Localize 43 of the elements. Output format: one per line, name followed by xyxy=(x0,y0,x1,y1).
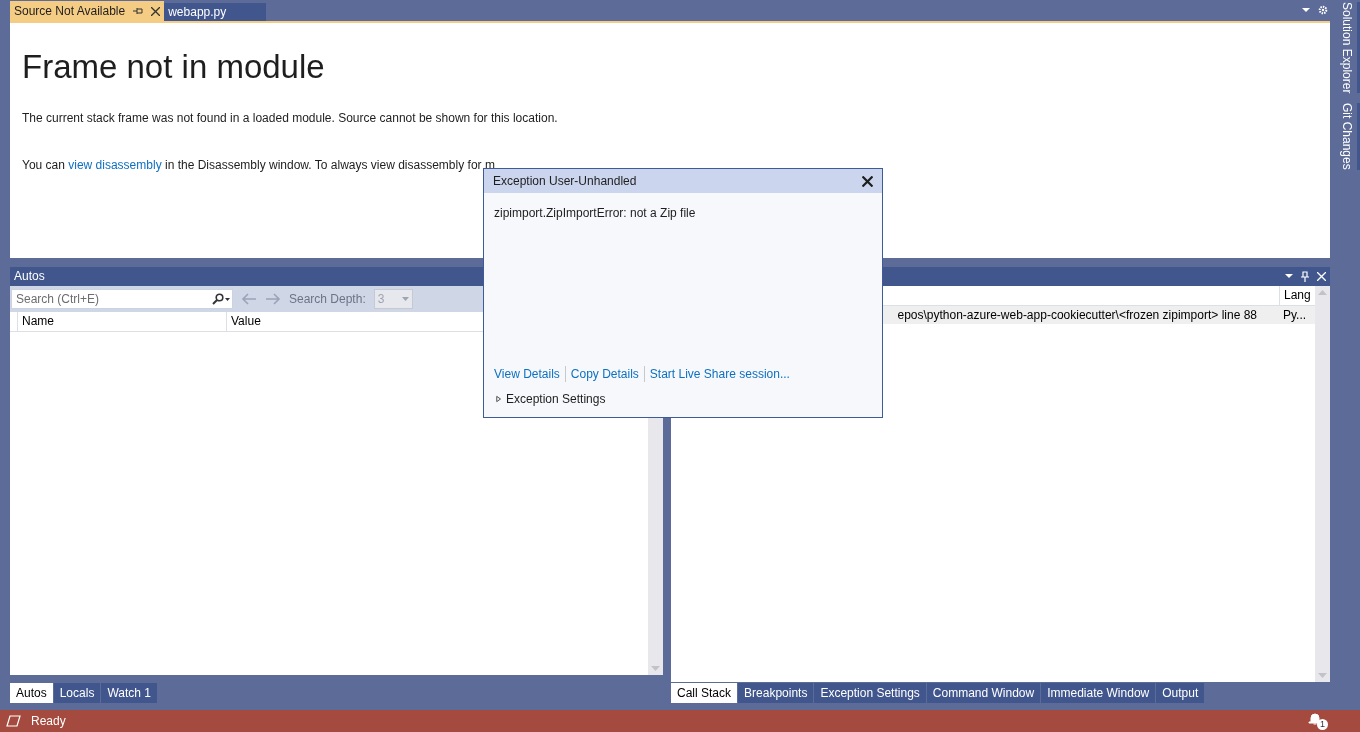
exception-settings-toggle[interactable]: Exception Settings xyxy=(484,390,882,408)
exception-message: zipimport.ZipImportError: not a Zip file xyxy=(493,205,697,222)
panel-tab[interactable]: Watch 1 xyxy=(101,683,157,703)
close-icon[interactable] xyxy=(151,6,161,16)
panel-tab[interactable]: Call Stack xyxy=(671,683,738,703)
close-icon[interactable] xyxy=(862,175,873,187)
notification-count: 1 xyxy=(1317,719,1328,730)
dropdown-icon[interactable] xyxy=(1285,274,1293,279)
message-text: The current stack frame was not found in a loaded module. Source cannot be shown for this location. xyxy=(22,110,559,128)
bell-icon xyxy=(1308,712,1322,726)
panel-tab[interactable]: Locals xyxy=(53,683,101,703)
column-header[interactable]: Name xyxy=(18,311,227,331)
status-icon xyxy=(6,715,21,727)
pin-icon[interactable] xyxy=(133,7,144,16)
dropdown-icon[interactable] xyxy=(1302,8,1310,13)
side-tab[interactable]: Solution Explorer xyxy=(1340,2,1360,94)
notifications-button[interactable]: 1 xyxy=(1308,712,1328,730)
panel-tab[interactable]: Exception Settings xyxy=(814,683,926,703)
panel-tab[interactable]: Output xyxy=(1156,683,1205,703)
search-box[interactable]: Search (Ctrl+E) xyxy=(11,288,233,309)
panel-tab[interactable]: Autos xyxy=(10,683,53,703)
table-cell-text: Py... xyxy=(1282,306,1308,324)
page-heading: Frame not in module xyxy=(22,47,326,88)
panel-tab[interactable]: Command Window xyxy=(926,683,1041,703)
panel-title: Autos xyxy=(14,268,45,286)
status-text: Ready xyxy=(31,713,66,730)
side-tab[interactable]: Git Changes xyxy=(1340,103,1360,171)
panel-tab[interactable]: Breakpoints xyxy=(738,683,814,703)
view-disassembly-link[interactable]: view disassembly xyxy=(68,158,162,173)
panel-tab[interactable]: Immediate Window xyxy=(1041,683,1156,703)
caret-icon xyxy=(401,296,409,301)
dialog-title: Exception User-Unhandled xyxy=(493,173,637,190)
document-tab[interactable]: webapp.py xyxy=(164,3,267,22)
dialog-link[interactable]: View Details xyxy=(494,365,560,383)
table-cell-text: epos\python-azure-web-app-cookiecutter\<frozen zipimport> line 88 xyxy=(897,306,1258,324)
settings-icon[interactable] xyxy=(1318,5,1328,16)
document-tab[interactable]: Source Not Available xyxy=(10,1,165,22)
search-depth-label: Search Depth: xyxy=(289,290,366,308)
dialog-link[interactable]: Copy Details xyxy=(570,365,639,383)
dialog-link[interactable]: Start Live Share session... xyxy=(649,365,790,383)
search-icon[interactable] xyxy=(212,292,230,305)
collapsed-arrow-icon xyxy=(496,395,502,403)
search-field[interactable]: Search (Ctrl+E) xyxy=(12,289,212,308)
